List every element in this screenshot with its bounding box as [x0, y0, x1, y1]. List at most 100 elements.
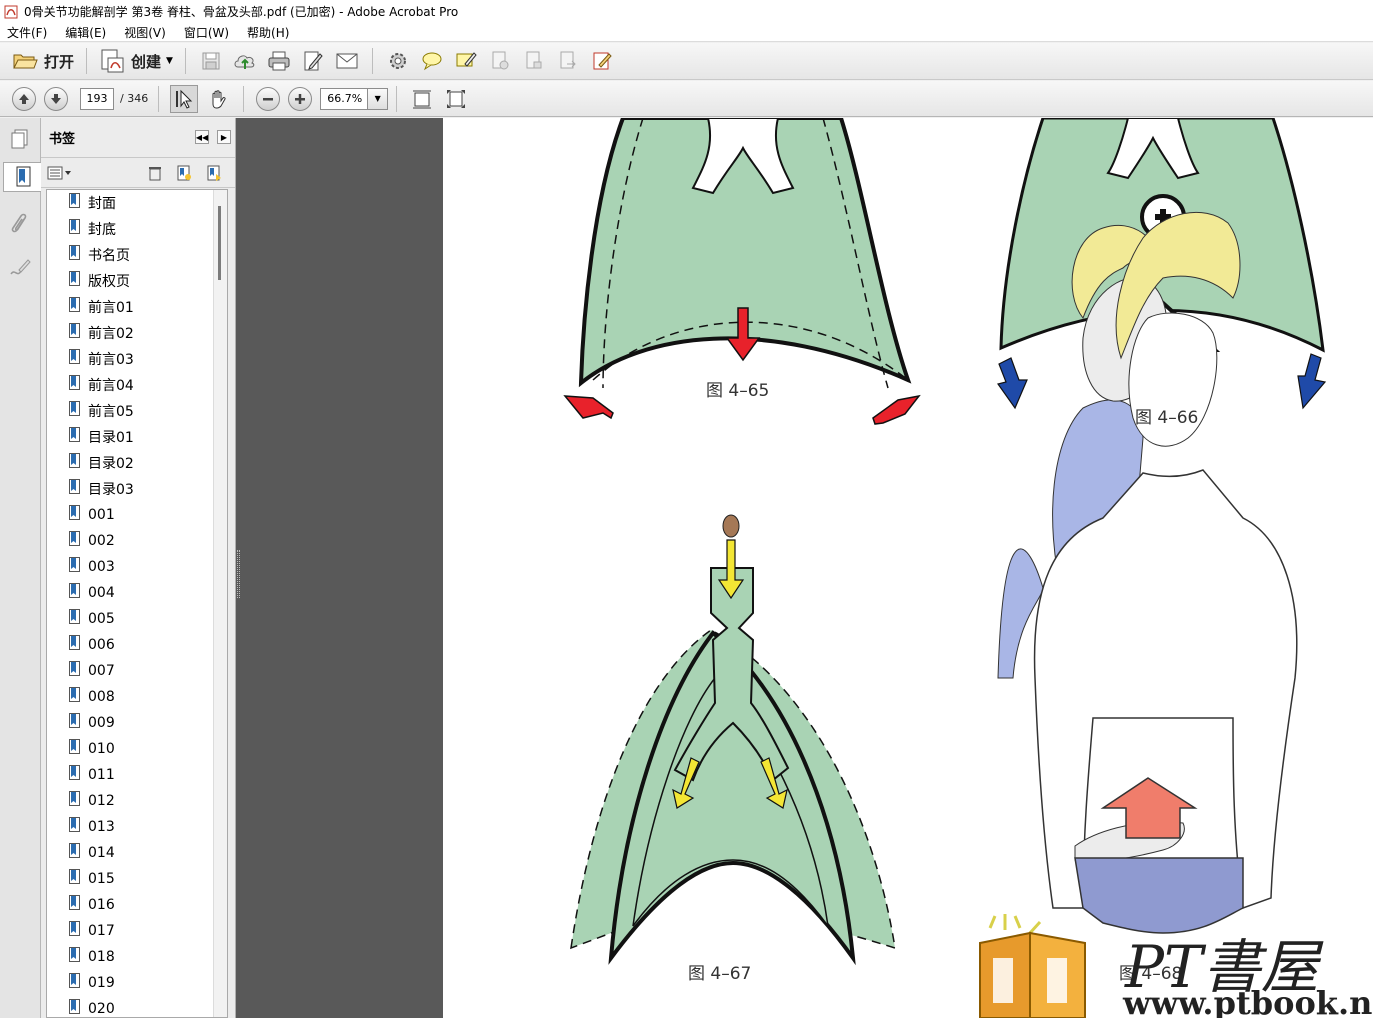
attachments-button[interactable] [6, 210, 34, 240]
bookmark-item[interactable]: 前言01 [47, 294, 227, 320]
zoom-out-button[interactable] [256, 86, 281, 111]
page-number-input[interactable]: 193 [80, 87, 114, 110]
tool-button-a[interactable] [486, 47, 514, 75]
email-button[interactable] [333, 47, 361, 75]
bookmark-item[interactable]: 书名页 [47, 242, 227, 268]
sign-button[interactable] [588, 47, 616, 75]
bookmark-item[interactable]: 009 [47, 710, 227, 736]
open-button[interactable]: 打开 [8, 46, 78, 76]
fit-page-button[interactable] [442, 85, 470, 113]
bookmark-item[interactable]: 002 [47, 528, 227, 554]
zoom-in-button[interactable] [288, 86, 313, 111]
new-bookmark-icon [177, 165, 191, 181]
create-button[interactable]: 创建 ▼ [95, 46, 177, 76]
next-page-button[interactable] [44, 86, 68, 111]
bookmark-scrollbar[interactable] [213, 190, 227, 1017]
bookmark-icon [69, 374, 80, 390]
upload-button[interactable] [231, 47, 259, 75]
pdf-page: 图 4–65 图 4–66 图 4–67 图 4–68 PT書屋 www.ptb… [443, 118, 1373, 1018]
bookmark-item[interactable]: 目录02 [47, 450, 227, 476]
bookmark-item[interactable]: 016 [47, 892, 227, 918]
comment-button[interactable] [418, 47, 446, 75]
navigation-toolbar: 193 / 346 66.7% ▼ [0, 81, 1373, 117]
bookmark-item[interactable]: 010 [47, 736, 227, 762]
tool-button-b[interactable] [520, 47, 548, 75]
menu-file[interactable]: 文件(F) [4, 24, 50, 41]
expand-bookmark-button[interactable] [205, 164, 223, 182]
menu-help[interactable]: 帮助(H) [244, 24, 292, 41]
bookmark-item[interactable]: 001 [47, 502, 227, 528]
bookmark-item[interactable]: 020 [47, 996, 227, 1017]
bookmark-label: 015 [88, 871, 115, 887]
zoom-dropdown-button[interactable]: ▼ [368, 87, 389, 110]
bookmark-icon [69, 504, 80, 520]
splitter-grip[interactable] [237, 550, 240, 598]
bookmark-options-button[interactable] [47, 164, 73, 182]
settings-button[interactable] [384, 47, 412, 75]
previous-page-button[interactable] [12, 86, 36, 111]
save-button[interactable] [197, 47, 225, 75]
bookmark-icon [69, 452, 80, 468]
menu-view[interactable]: 视图(V) [121, 24, 169, 41]
bookmark-item[interactable]: 014 [47, 840, 227, 866]
trash-icon [149, 167, 161, 181]
bookmark-label: 016 [88, 897, 115, 913]
delete-bookmark-button[interactable] [146, 164, 164, 182]
bookmark-item[interactable]: 011 [47, 762, 227, 788]
bookmarks-panel: 书签 ◀◀ ▶ 封面 封底 书名页 版权页 前言01 前言02 前言03 前言04 前言05 目录… [41, 118, 236, 1018]
bookmark-item[interactable]: 008 [47, 684, 227, 710]
highlight-button[interactable] [452, 47, 480, 75]
sign-document-icon [593, 52, 612, 70]
bookmark-item[interactable]: 015 [47, 866, 227, 892]
bookmark-item[interactable]: 019 [47, 970, 227, 996]
zoom-input[interactable]: 66.7% [320, 87, 369, 110]
zoom-selector[interactable]: 66.7% ▼ [320, 87, 389, 110]
panel-options-button[interactable]: ▶ [217, 130, 231, 144]
bookmark-icon [69, 478, 80, 494]
edit-button[interactable] [299, 47, 327, 75]
new-bookmark-button[interactable] [175, 164, 193, 182]
page-thumbnails-button[interactable] [6, 124, 34, 154]
bookmark-icon [69, 894, 80, 910]
signatures-button[interactable] [6, 252, 34, 282]
toolbar-separator [371, 48, 373, 74]
bookmark-item[interactable]: 版权页 [47, 268, 227, 294]
bookmark-item[interactable]: 封面 [47, 190, 227, 216]
bookmark-label: 017 [88, 923, 115, 939]
bookmark-list[interactable]: 封面封底 书名页 版权页 前言01 前言02 前言03 前言04 前言05 目录01 目录02 目录… [46, 189, 228, 1018]
fit-width-button[interactable] [408, 85, 436, 113]
tool-button-c[interactable] [554, 47, 582, 75]
document-viewport[interactable]: 图 4–65 图 4–66 图 4–67 图 4–68 PT書屋 www.ptb… [242, 118, 1373, 1018]
bookmark-label: 封面 [88, 196, 116, 212]
bookmark-item[interactable]: 前言02 [47, 320, 227, 346]
bookmark-item[interactable]: 007 [47, 658, 227, 684]
bookmark-item[interactable]: 004 [47, 580, 227, 606]
bookmark-item[interactable]: 目录03 [47, 476, 227, 502]
bookmark-item[interactable]: 013 [47, 814, 227, 840]
bookmark-item[interactable]: 003 [47, 554, 227, 580]
bookmark-icon [69, 322, 80, 338]
cursor-select-icon [176, 89, 193, 109]
toolbar-separator [158, 85, 160, 112]
bookmark-icon [69, 816, 80, 832]
scrollbar-thumb[interactable] [218, 206, 221, 280]
bookmark-item[interactable]: 前言03 [47, 346, 227, 372]
menu-edit[interactable]: 编辑(E) [62, 24, 109, 41]
bookmark-item[interactable]: 目录01 [47, 424, 227, 450]
hand-tool-button[interactable] [204, 85, 232, 113]
menu-window[interactable]: 窗口(W) [181, 24, 232, 41]
select-tool-button[interactable] [170, 84, 199, 113]
bookmark-item[interactable]: 封底 [47, 216, 227, 242]
print-button[interactable] [265, 47, 293, 75]
bookmark-item[interactable]: 前言05 [47, 398, 227, 424]
bookmark-item[interactable]: 005 [47, 606, 227, 632]
bookmark-item[interactable]: 006 [47, 632, 227, 658]
bookmark-item[interactable]: 018 [47, 944, 227, 970]
bookmark-item[interactable]: 017 [47, 918, 227, 944]
bookmark-label: 前言05 [88, 404, 134, 420]
collapse-panel-button[interactable]: ◀◀ [195, 130, 209, 144]
bookmark-item[interactable]: 前言04 [47, 372, 227, 398]
options-list-icon [47, 166, 71, 180]
bookmark-item[interactable]: 012 [47, 788, 227, 814]
bookmarks-tab-button[interactable] [3, 162, 41, 192]
